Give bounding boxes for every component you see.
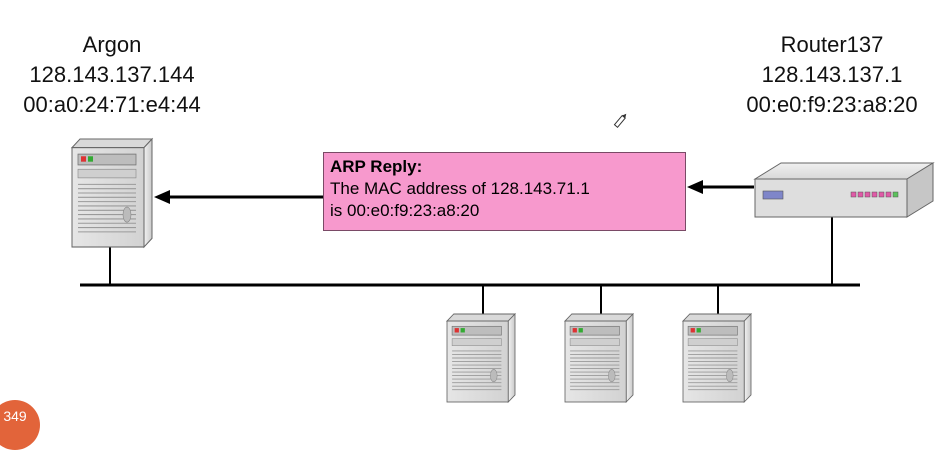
arp-reply-line-1: The MAC address of 128.143.71.1 <box>330 179 590 198</box>
arp-reply-line-2: is 00:e0:f9:23:a8:20 <box>330 201 480 220</box>
argon-server-icon <box>71 138 153 248</box>
arp-arrow-from-router <box>687 180 754 194</box>
router-name: Router137 <box>780 32 884 57</box>
argon-host-label: Argon 128.143.137.144 00:a0:24:71:e4:44 <box>2 30 222 120</box>
argon-ip-address: 128.143.137.144 <box>29 62 195 87</box>
router-host-label: Router137 128.143.137.1 00:e0:f9:23:a8:2… <box>722 30 942 120</box>
argon-name: Argon <box>82 32 142 57</box>
arp-arrow-to-argon <box>154 190 323 204</box>
host-1-server-icon <box>446 313 516 403</box>
router-ip-address: 128.143.137.1 <box>761 62 903 87</box>
host-3-server-icon <box>682 313 752 403</box>
arp-reply-box: ARP Reply: The MAC address of 128.143.71… <box>323 152 686 231</box>
argon-mac-address: 00:a0:24:71:e4:44 <box>23 92 201 117</box>
host-2-server-icon <box>564 313 634 403</box>
pen-cursor-icon <box>613 113 627 128</box>
arp-reply-title: ARP Reply: <box>330 157 423 176</box>
router-icon <box>753 162 935 218</box>
router-mac-address: 00:e0:f9:23:a8:20 <box>746 92 918 117</box>
